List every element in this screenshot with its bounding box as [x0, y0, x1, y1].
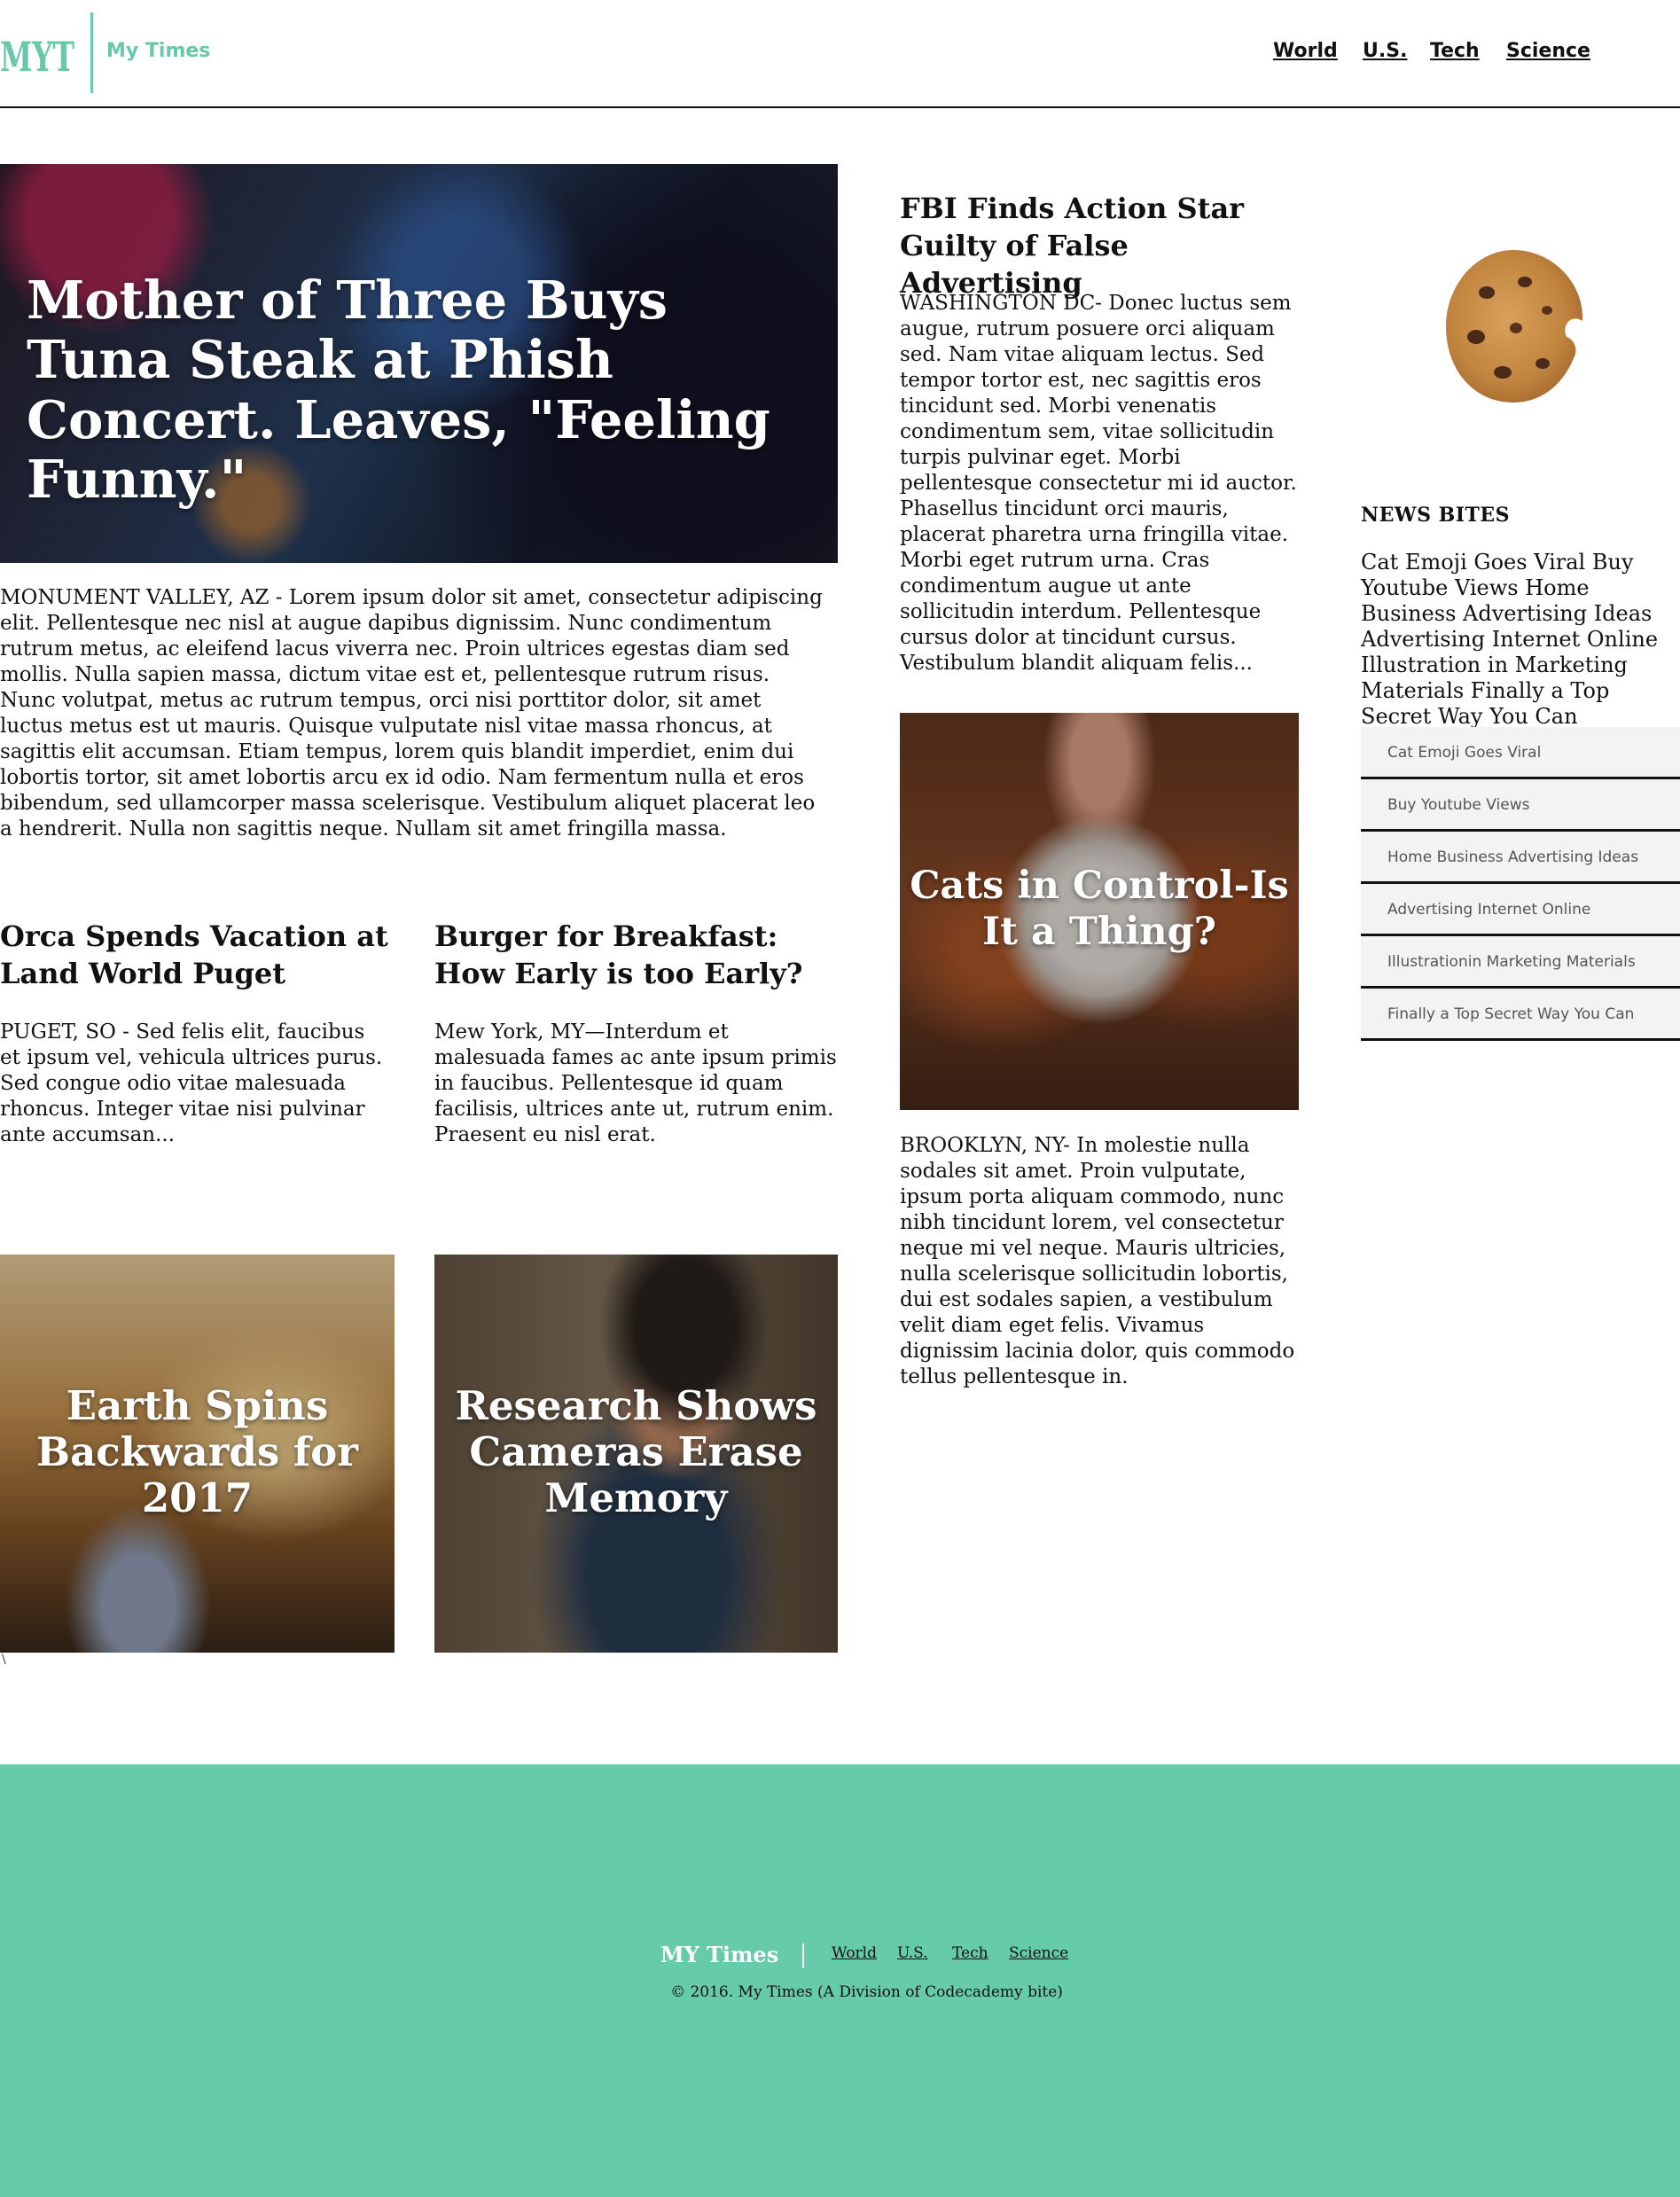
news-bites-text: Cat Emoji Goes Viral Buy Youtube Views H…	[1361, 550, 1659, 729]
orca-headline[interactable]: Orca Spends Vacation at Land World Puget	[0, 918, 390, 992]
nav-world[interactable]: World	[1273, 40, 1338, 62]
fbi-body: WASHINGTON DC- Donec luctus sem augue, r…	[900, 292, 1297, 675]
footer-divider	[802, 1943, 804, 1968]
footer-brand[interactable]: MY Times	[660, 1942, 778, 1967]
cat-title[interactable]: Cats in Control-Is It a Thing?	[900, 864, 1299, 955]
stray-character: \	[2, 1653, 6, 1667]
cookie-image	[1446, 250, 1583, 403]
news-bite-item[interactable]: Advertising Internet Online	[1361, 884, 1680, 936]
site-header: MYT My Times World U.S. Tech Science	[0, 0, 1680, 108]
footer-nav-science[interactable]: Science	[1009, 1944, 1068, 1962]
footer-nav-us[interactable]: U.S.	[897, 1944, 928, 1962]
cats-body: BROOKLYN, NY- In molestie nulla sodales …	[900, 1134, 1295, 1388]
nav-science[interactable]: Science	[1506, 40, 1590, 62]
news-bites-list: Cat Emoji Goes Viral Buy Youtube Views H…	[1361, 727, 1680, 1041]
copyright-text: © 2016. My Times (A Division of Codecade…	[670, 1983, 1063, 2001]
logo-text: MYT	[0, 33, 74, 80]
footer-nav-world[interactable]: World	[832, 1944, 877, 1962]
hero-body: MONUMENT VALLEY, AZ - Lorem ipsum dolor …	[0, 586, 823, 840]
news-bite-item[interactable]: Finally a Top Secret Way You Can	[1361, 989, 1680, 1041]
nav-us[interactable]: U.S.	[1363, 40, 1407, 62]
orca-body: PUGET, SO - Sed felis elit, faucibus et …	[0, 1020, 383, 1146]
news-bite-item[interactable]: Home Business Advertising Ideas	[1361, 832, 1680, 884]
brand-name[interactable]: My Times	[106, 40, 210, 62]
earth-image[interactable]: Earth Spins Backwards for 2017	[0, 1255, 395, 1653]
hero-title[interactable]: Mother of Three Buys Tuna Steak at Phish…	[27, 270, 807, 509]
footer-nav-tech[interactable]: Tech	[952, 1944, 988, 1962]
site-footer: MY Times World U.S. Tech Science © 2016.…	[0, 1764, 1680, 2197]
burger-headline[interactable]: Burger for Breakfast: How Early is too E…	[434, 918, 833, 992]
news-bites-title: NEWS BITES	[1361, 504, 1511, 527]
news-bite-item[interactable]: Cat Emoji Goes Viral	[1361, 727, 1680, 779]
cat-image[interactable]: Cats in Control-Is It a Thing?	[900, 713, 1299, 1110]
nav-tech[interactable]: Tech	[1430, 40, 1480, 62]
logo-divider	[90, 12, 93, 93]
camera-image[interactable]: Research Shows Cameras Erase Memory	[434, 1255, 838, 1653]
news-bite-item[interactable]: Illustrationin Marketing Materials	[1361, 936, 1680, 989]
camera-title[interactable]: Research Shows Cameras Erase Memory	[434, 1383, 838, 1521]
hero-image[interactable]: Mother of Three Buys Tuna Steak at Phish…	[0, 164, 838, 563]
myt-logo[interactable]: MYT	[0, 27, 76, 80]
earth-title[interactable]: Earth Spins Backwards for 2017	[0, 1383, 395, 1521]
burger-body: Mew York, MY—Interdum et malesuada fames…	[434, 1020, 837, 1146]
news-bite-item[interactable]: Buy Youtube Views	[1361, 779, 1680, 832]
fbi-headline[interactable]: FBI Finds Action Star Guilty of False Ad…	[900, 190, 1308, 301]
